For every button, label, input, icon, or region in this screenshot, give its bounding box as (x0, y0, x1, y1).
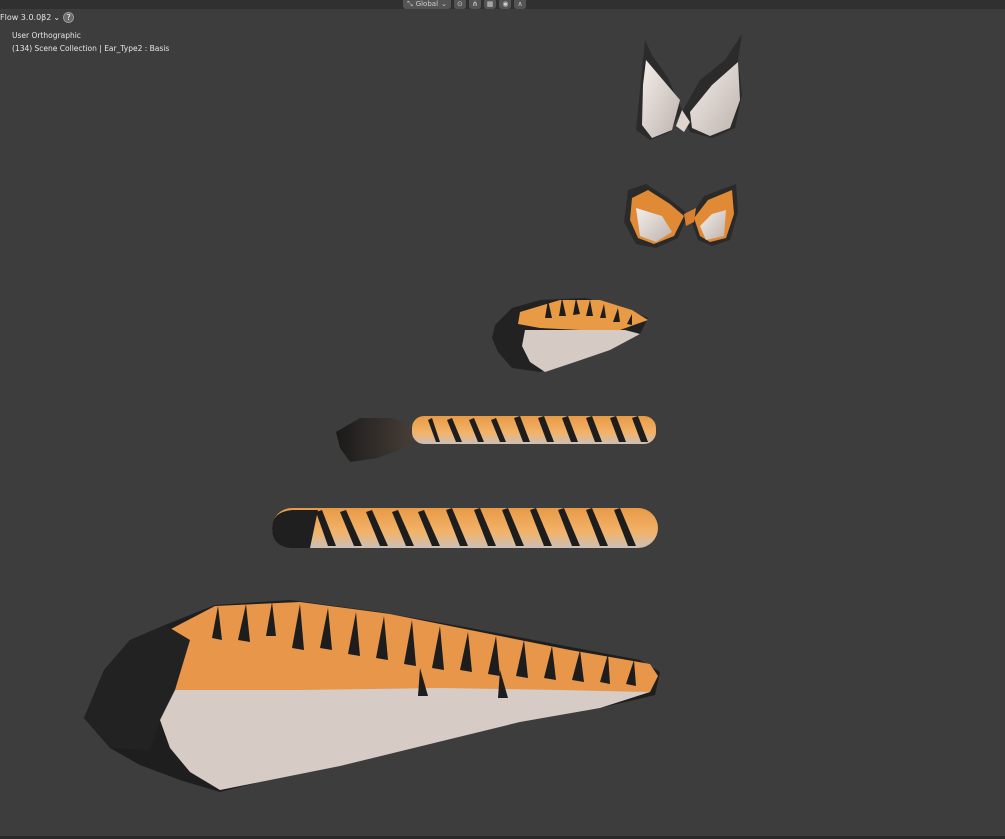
ear-model-1[interactable] (636, 34, 742, 140)
big-fluffy-tail-model[interactable] (84, 600, 660, 792)
short-fluffy-tail-model[interactable] (492, 298, 648, 372)
scene-render (84, 34, 742, 792)
ear-model-2[interactable] (624, 184, 738, 248)
thin-tail-with-tuft-model[interactable] (336, 416, 656, 462)
3d-viewport[interactable]: ⤡ Global ⌄ ⊙ ⋔ ▦ ◉ ∧ Flow 3.0.0β2 ⌄ ? Us… (0, 0, 1005, 839)
long-striped-tail-model[interactable] (272, 508, 658, 548)
